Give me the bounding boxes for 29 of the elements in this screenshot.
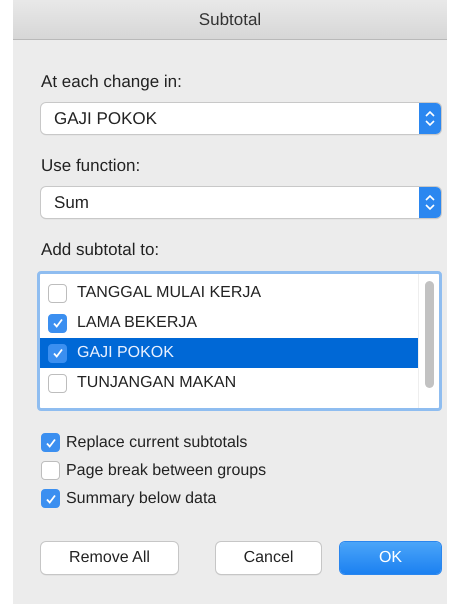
- checkbox[interactable]: [41, 461, 60, 480]
- dropdown[interactable]: GAJI POKOK: [41, 103, 441, 134]
- list-label: Add subtotal to:: [41, 240, 160, 260]
- list-item[interactable]: GAJI POKOK: [40, 338, 418, 368]
- checkbox[interactable]: [41, 489, 60, 508]
- checkbox[interactable]: [48, 344, 67, 362]
- checkbox[interactable]: [41, 433, 60, 452]
- checkmark-icon: [44, 492, 56, 504]
- checkbox[interactable]: [48, 374, 67, 392]
- list-item[interactable]: TUNJANGAN MAKAN: [40, 368, 418, 398]
- list-item[interactable]: LAMA BEKERJA: [40, 308, 418, 338]
- checkmark-icon: [52, 317, 64, 329]
- stepper-icon: [419, 187, 441, 218]
- dropdown[interactable]: Sum: [41, 187, 441, 218]
- checkbox-label: Replace current subtotals: [66, 434, 248, 452]
- list-item[interactable]: TANGGAL MULAI KERJA: [40, 278, 418, 308]
- checkmark-icon: [44, 436, 56, 448]
- dialog-button[interactable]: Cancel: [216, 542, 321, 574]
- checkbox-label: Summary below data: [66, 490, 216, 508]
- field-label: At each change in:: [41, 72, 182, 92]
- dialog-button[interactable]: Remove All: [41, 542, 178, 574]
- checkbox[interactable]: [48, 284, 67, 302]
- stepper-icon: [419, 103, 441, 134]
- window-title: Subtotal: [198, 10, 262, 30]
- checkmark-icon: [52, 347, 64, 359]
- scrollbar[interactable]: [424, 281, 434, 388]
- field-label: Use function:: [41, 156, 140, 176]
- checkbox-label: Page break between groups: [66, 462, 266, 480]
- checkbox[interactable]: [48, 314, 67, 332]
